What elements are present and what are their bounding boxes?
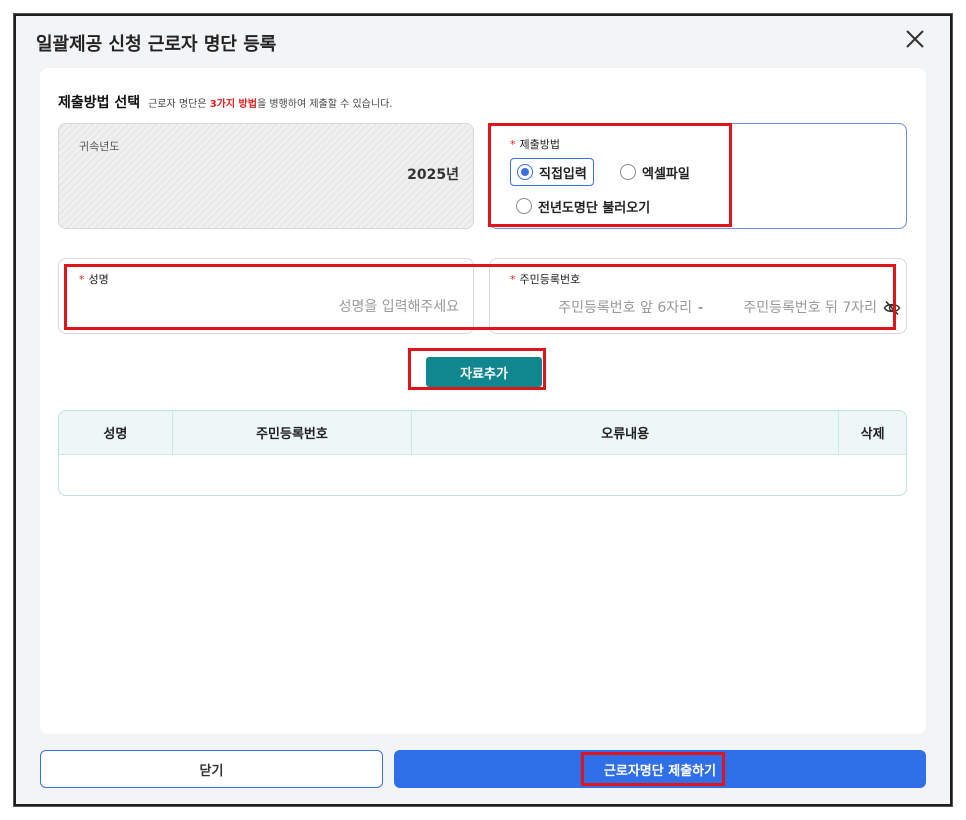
rrn-input-row: - <box>510 299 901 317</box>
dialog: 일괄제공 신청 근로자 명단 등록 제출방법 선택 근로자 명단은 3가지 방법… <box>14 14 952 806</box>
method-label-text: 제출방법 <box>519 138 560 151</box>
section-desc-prefix: 근로자 명단은 <box>148 99 210 110</box>
radio-selected-icon <box>517 164 533 180</box>
radio-excel-file[interactable]: 엑셀파일 <box>614 158 696 186</box>
name-input[interactable] <box>159 299 459 315</box>
rrn-separator: - <box>698 300 704 316</box>
section-title: 제출방법 선택 <box>58 95 141 111</box>
section-header: 제출방법 선택 근로자 명단은 3가지 방법을 병행하여 제출할 수 있습니다. <box>58 92 392 112</box>
eye-slash-icon[interactable] <box>883 299 901 317</box>
radio-direct-input-label: 직접입력 <box>539 166 587 182</box>
table-header: 성명 주민등록번호 오류내용 삭제 <box>59 411 906 455</box>
submit-worker-list-button[interactable]: 근로자명단 제출하기 <box>394 750 926 788</box>
add-data-button[interactable]: 자료추가 <box>426 357 542 387</box>
radio-direct-input[interactable]: 직접입력 <box>510 158 594 186</box>
rrn-field: *주민등록번호 - <box>489 258 907 334</box>
close-button[interactable]: 닫기 <box>40 750 383 788</box>
section-description: 근로자 명단은 3가지 방법을 병행하여 제출할 수 있습니다. <box>148 95 392 110</box>
radio-load-previous-year[interactable]: 전년도명단 불러오기 <box>510 192 656 220</box>
section-desc-suffix: 을 병행하여 제출할 수 있습니다. <box>256 99 393 110</box>
column-header-delete: 삭제 <box>860 427 885 442</box>
required-mark: * <box>79 273 85 286</box>
rrn-label: * 주민등록번호 <box>510 271 580 287</box>
year-label: 귀속년도 <box>79 140 120 153</box>
required-mark: * <box>510 273 516 286</box>
radio-unselected-icon <box>620 164 636 180</box>
dialog-title: 일괄제공 신청 근로자 명단 등록 <box>36 34 277 55</box>
rrn-front-input[interactable] <box>510 300 692 316</box>
rrn-back-input[interactable] <box>709 300 878 316</box>
column-header-name: 성명 <box>59 411 173 454</box>
worker-table: 성명 주민등록번호 오류내용 삭제 <box>58 410 907 496</box>
submit-method-field: * 제출방법 직접입력 엑셀파일 전년도명단 불러오기 <box>489 123 907 229</box>
rrn-label-text: 주민등록번호 <box>519 273 581 286</box>
name-field: * 성명 <box>58 258 474 334</box>
radio-load-previous-year-label: 전년도명단 불러오기 <box>538 200 651 216</box>
radio-excel-file-label: 엑셀파일 <box>642 166 690 182</box>
method-label: * 제출방법 <box>510 136 560 152</box>
dialog-header: 일괄제공 신청 근로자 명단 등록 <box>16 16 950 66</box>
column-header-error: 오류내용 <box>412 411 840 454</box>
close-icon[interactable] <box>902 26 928 52</box>
dialog-content: 제출방법 선택 근로자 명단은 3가지 방법을 병행하여 제출할 수 있습니다.… <box>40 68 926 734</box>
name-label: * 성명 <box>79 271 109 287</box>
year-field: 귀속년도 2025년 <box>58 123 474 229</box>
year-value: 2025년 <box>407 167 459 183</box>
section-desc-highlight: 3가지 방법 <box>209 99 257 110</box>
name-label-text: 성명 <box>88 273 109 286</box>
column-header-rrn: 주민등록번호 <box>173 411 413 454</box>
radio-unselected-icon <box>516 198 532 214</box>
required-mark: * <box>510 138 516 151</box>
